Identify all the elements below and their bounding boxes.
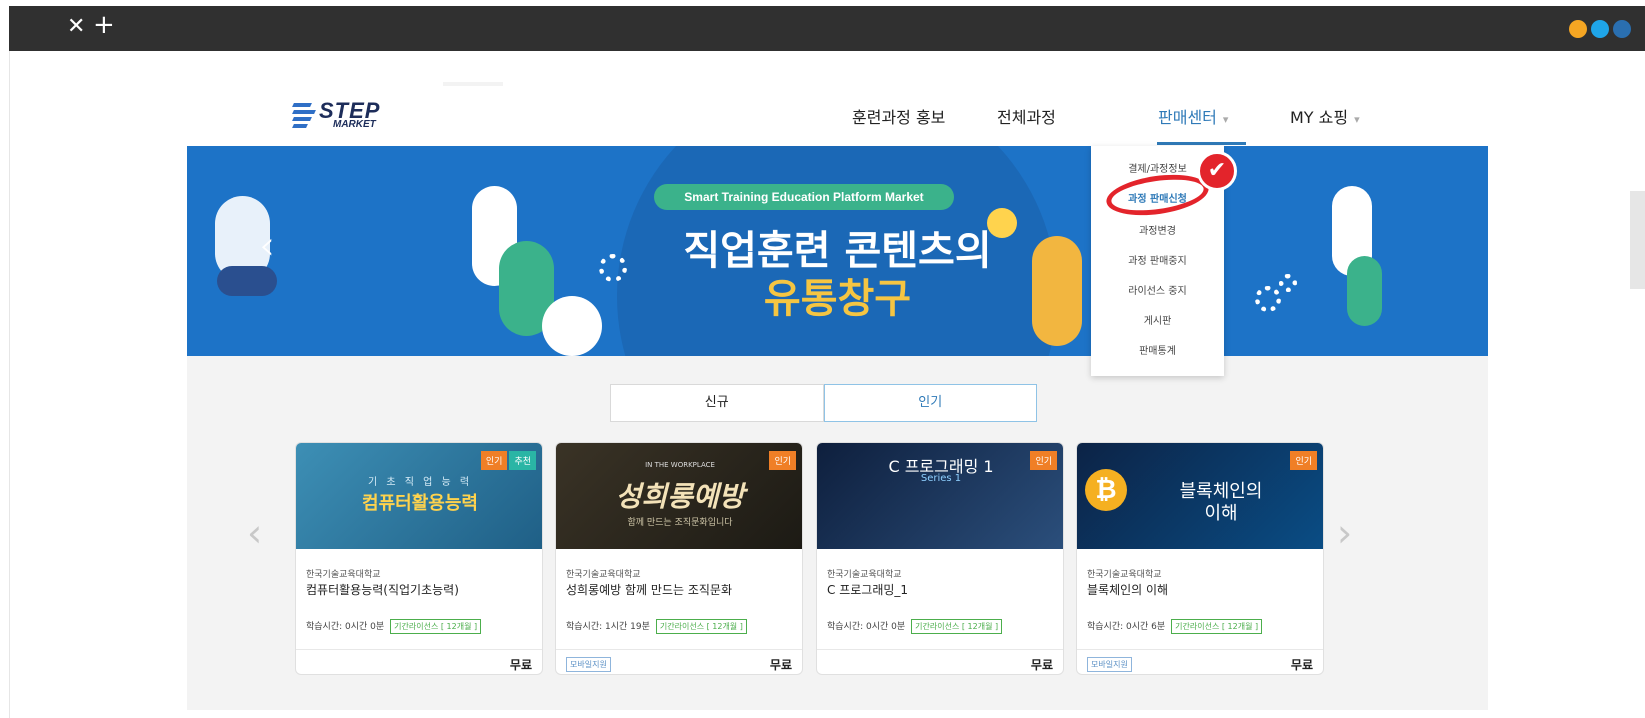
browser-toolbar: ✕ + xyxy=(9,6,1645,51)
mobile-support-badge: 모바일지원 xyxy=(1087,657,1132,672)
logo-stripes-icon xyxy=(292,101,316,129)
course-price: 무료 xyxy=(509,658,532,672)
badge-group: 인기 추천 xyxy=(480,451,536,470)
course-title: C 프로그래밍_1 xyxy=(827,583,909,597)
chevron-down-icon: ▾ xyxy=(1222,113,1229,126)
site-container: STEP MARKET 훈련과정 홍보 전체과정 판매센터 ▾ MY 쇼핑 ▾ Sm… xyxy=(187,82,1488,710)
banner-pill: Smart Training Education Platform Market xyxy=(654,184,954,210)
site-header: STEP MARKET 훈련과정 홍보 전체과정 판매센터 ▾ MY 쇼핑 ▾ xyxy=(187,82,1488,146)
scrollbar-thumb[interactable] xyxy=(1630,191,1645,289)
hero-banner: Smart Training Education Platform Market… xyxy=(187,146,1488,356)
thumbnail-caption: IN THE WORKPLACE xyxy=(645,461,715,469)
course-meta: 학습시간: 0시간 6분 기간라이선스 [ 12개월 ] xyxy=(1087,619,1263,634)
nav-all-courses[interactable]: 전체과정 xyxy=(997,104,1056,128)
thumbnail-subtitle: 함께 만드는 조직문화입니다 xyxy=(627,518,733,528)
course-university: 한국기술교육대학교 xyxy=(306,570,381,580)
badge-recommended: 추천 xyxy=(509,451,536,470)
window-controls xyxy=(1569,20,1631,38)
dropdown-item-board[interactable]: 게시판 xyxy=(1091,312,1224,327)
window-dot-navy-icon[interactable] xyxy=(1613,20,1631,38)
course-card[interactable]: IN THE WORKPLACE 성희롱예방 함께 만드는 조직문화입니다 인기… xyxy=(555,442,803,675)
dropdown-item-sales-stop[interactable]: 과정 판매중지 xyxy=(1091,252,1224,267)
course-card[interactable]: 기 초 직 업 능 력 컴퓨터활용능력 인기 추천 한국기술교육대학교 컴퓨터활… xyxy=(295,442,543,675)
thumbnail-title: 성희롱예방 xyxy=(615,480,745,513)
card-footer: 무료 xyxy=(296,649,542,674)
course-meta: 학습시간: 0시간 0분 기간라이선스 [ 12개월 ] xyxy=(827,619,1003,634)
course-tabs: 신규 인기 xyxy=(610,384,1037,422)
window-dot-blue-icon[interactable] xyxy=(1591,20,1609,38)
banner-next-icon[interactable]: › xyxy=(1329,226,1345,266)
course-thumbnail: ₿ 블록체인의 이해 인기 xyxy=(1077,443,1323,549)
study-time: 학습시간: 1시간 19분 xyxy=(566,622,650,632)
chevron-down-icon: ▾ xyxy=(1354,113,1360,126)
course-title: 블록체인의 이해 xyxy=(1087,583,1169,597)
annotation-check-icon: ✔ xyxy=(1197,151,1237,191)
banner-subheadline: 유통창구 xyxy=(763,276,912,322)
banner-prev-icon[interactable]: ‹ xyxy=(259,226,275,266)
badge-group: 인기 xyxy=(1290,451,1317,470)
tab-new[interactable]: 신규 xyxy=(610,384,824,422)
thumbnail-caption: Series 1 xyxy=(920,473,962,484)
course-card[interactable]: C 프로그래밍 1 Series 1 인기 한국기술교육대학교 C 프로그래밍_… xyxy=(816,442,1064,675)
course-card[interactable]: ₿ 블록체인의 이해 인기 한국기술교육대학교 블록체인의 이해 학습시간: 0… xyxy=(1076,442,1324,675)
close-tab-icon[interactable]: ✕ xyxy=(67,16,85,38)
study-time: 학습시간: 0시간 0분 xyxy=(827,622,906,632)
license-badge: 기간라이선스 [ 12개월 ] xyxy=(390,619,482,634)
thumbnail-subtitle: 이해 xyxy=(1204,503,1238,524)
nav-my-shopping[interactable]: MY 쇼핑 ▾ xyxy=(1290,104,1360,128)
tab-popular[interactable]: 인기 xyxy=(823,384,1037,422)
dropdown-item-license-stop[interactable]: 라이선스 중지 xyxy=(1091,282,1224,297)
license-badge: 기간라이선스 [ 12개월 ] xyxy=(655,619,747,634)
card-footer: 모바일지원 무료 xyxy=(556,649,802,674)
nav-training-promo[interactable]: 훈련과정 홍보 xyxy=(852,104,945,128)
logo-subtext: MARKET xyxy=(333,119,376,130)
nav-label: 훈련과정 홍보 xyxy=(852,108,946,127)
course-price: 무료 xyxy=(769,658,792,672)
course-university: 한국기술교육대학교 xyxy=(1087,570,1162,580)
study-time: 학습시간: 0시간 6분 xyxy=(1087,622,1166,632)
dropdown-item-sales-stats[interactable]: 판매통계 xyxy=(1091,342,1224,357)
window-dot-orange-icon[interactable] xyxy=(1569,20,1587,38)
badge-group: 인기 xyxy=(1030,451,1057,470)
card-footer: 모바일지원 무료 xyxy=(1077,649,1323,674)
course-title: 성희롱예방 함께 만드는 조직문화 xyxy=(566,583,733,597)
license-badge: 기간라이선스 [ 12개월 ] xyxy=(911,619,1003,634)
nav-label: 판매센터 xyxy=(1158,108,1217,127)
thumbnail-title: 컴퓨터활용능력 xyxy=(362,493,478,514)
step-market-logo[interactable]: STEP MARKET xyxy=(292,100,380,130)
course-price: 무료 xyxy=(1290,658,1313,672)
card-footer: 무료 xyxy=(817,649,1063,674)
course-price: 무료 xyxy=(1030,658,1053,672)
nav-label: MY 쇼핑 xyxy=(1290,108,1349,127)
course-university: 한국기술교육대학교 xyxy=(827,570,902,580)
course-thumbnail: C 프로그래밍 1 Series 1 인기 xyxy=(817,443,1063,549)
thumbnail-caption: 기 초 직 업 능 력 xyxy=(367,477,473,488)
license-badge: 기간라이선스 [ 12개월 ] xyxy=(1171,619,1263,634)
course-university: 한국기술교육대학교 xyxy=(566,570,641,580)
nav-label: 전체과정 xyxy=(997,108,1056,127)
badge-popular: 인기 xyxy=(480,451,508,470)
new-tab-icon[interactable]: + xyxy=(93,12,115,38)
dropdown-item-course-change[interactable]: 과정변경 xyxy=(1091,222,1224,237)
nav-active-indicator xyxy=(1157,142,1246,145)
course-thumbnail: 기 초 직 업 능 력 컴퓨터활용능력 인기 추천 xyxy=(296,443,542,549)
badge-popular: 인기 xyxy=(1030,451,1057,470)
header-divider xyxy=(443,82,503,86)
badge-popular: 인기 xyxy=(769,451,796,470)
badge-popular: 인기 xyxy=(1290,451,1317,470)
course-meta: 학습시간: 1시간 19분 기간라이선스 [ 12개월 ] xyxy=(566,619,747,634)
course-title: 컴퓨터활용능력(직업기초능력) xyxy=(306,583,459,597)
mobile-support-badge: 모바일지원 xyxy=(566,657,611,672)
nav-sales-center[interactable]: 판매센터 ▾ xyxy=(1158,104,1228,128)
course-thumbnail: IN THE WORKPLACE 성희롱예방 함께 만드는 조직문화입니다 인기 xyxy=(556,443,802,549)
badge-group: 인기 xyxy=(769,451,796,470)
study-time: 학습시간: 0시간 0분 xyxy=(306,622,385,632)
course-meta: 학습시간: 0시간 0분 기간라이선스 [ 12개월 ] xyxy=(306,619,482,634)
carousel-prev-icon[interactable]: ‹ xyxy=(247,514,262,552)
carousel-next-icon[interactable]: › xyxy=(1337,514,1352,552)
